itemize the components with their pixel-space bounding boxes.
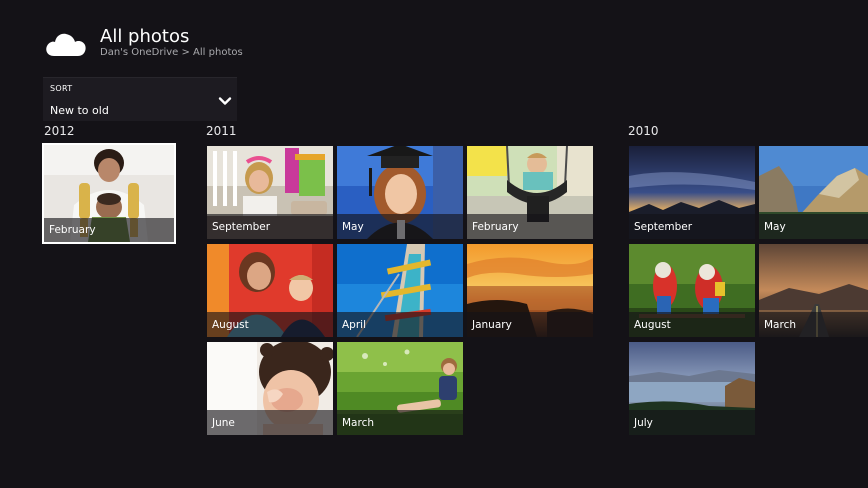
photo-month-label: August [212, 319, 249, 331]
sort-label: SORT [50, 84, 73, 93]
photo-month-label: May [764, 221, 786, 233]
photo-tile[interactable]: May [759, 146, 868, 239]
photo-tile[interactable]: February [42, 143, 176, 244]
photo-month-label: March [342, 417, 375, 429]
photo-month-label: May [342, 221, 364, 233]
photo-tile[interactable]: July [629, 342, 755, 435]
photo-tile[interactable]: May [337, 146, 463, 239]
photo-month-label: June [212, 417, 235, 429]
chevron-down-icon [218, 97, 232, 105]
photo-month-label: August [634, 319, 671, 331]
photo-month-label: September [634, 221, 693, 233]
photo-tile[interactable]: April [337, 244, 463, 337]
year-label-2012: 2012 [44, 124, 75, 138]
breadcrumb[interactable]: Dan's OneDrive > All photos [100, 46, 243, 60]
photo-month-label: February [472, 221, 519, 233]
year-label-2010: 2010 [628, 124, 659, 138]
page-title: All photos [100, 26, 190, 47]
photo-tile[interactable]: June [207, 342, 333, 435]
photo-tile[interactable]: March [759, 244, 868, 337]
photo-tile[interactable]: August [207, 244, 333, 337]
sort-value: New to old [50, 104, 109, 117]
year-label-2011: 2011 [206, 124, 237, 138]
photo-tile[interactable]: January [467, 244, 593, 337]
photo-month-label: July [634, 417, 653, 429]
photo-tile[interactable]: March [337, 342, 463, 435]
sort-dropdown[interactable]: SORT New to old [43, 77, 237, 121]
photo-month-label: April [342, 319, 366, 331]
photo-month-label: September [212, 221, 271, 233]
photo-month-label: March [764, 319, 797, 331]
photo-month-label: January [472, 319, 512, 331]
photo-tile[interactable]: September [629, 146, 755, 239]
photo-tile[interactable]: September [207, 146, 333, 239]
photo-month-label: February [49, 224, 96, 236]
onedrive-cloud-icon [46, 33, 86, 56]
photo-tile[interactable]: August [629, 244, 755, 337]
photo-tile[interactable]: February [467, 146, 593, 239]
photos-app: All photos Dan's OneDrive > All photos S… [0, 0, 868, 488]
